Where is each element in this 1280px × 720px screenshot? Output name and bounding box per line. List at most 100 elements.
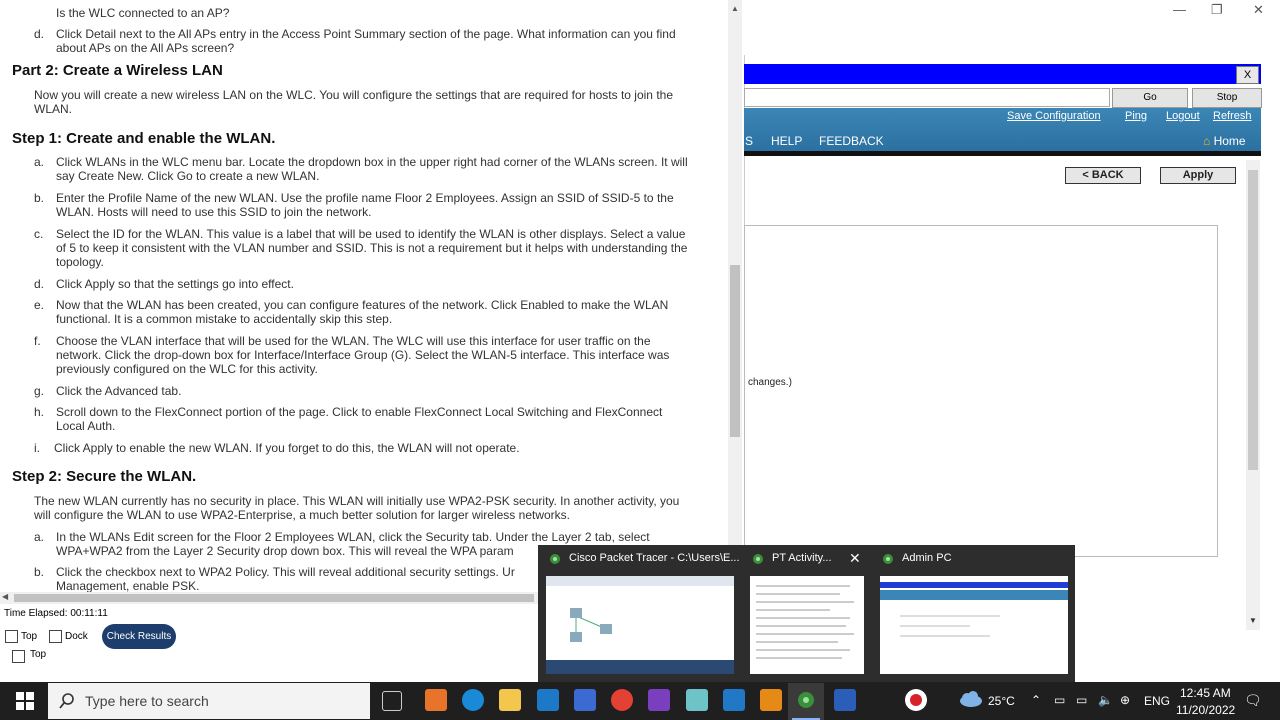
item-letter: e.: [34, 298, 45, 312]
back-button[interactable]: < BACK: [1065, 167, 1141, 184]
weather-temperature[interactable]: 25°C: [988, 694, 1015, 708]
stop-button[interactable]: Stop: [1192, 88, 1262, 108]
search-icon: [59, 693, 74, 709]
ping-link[interactable]: Ping: [1125, 110, 1147, 122]
language-indicator[interactable]: ENG: [1144, 694, 1170, 708]
item-letter: b.: [34, 191, 45, 205]
step1-item-f: Choose the VLAN interface that will be u…: [56, 334, 651, 348]
apply-button[interactable]: Apply: [1160, 167, 1236, 184]
item-letter: h.: [34, 405, 45, 419]
step2-item-a: WPA+WPA2 from the Layer 2 Security drop …: [56, 544, 514, 558]
clock-time[interactable]: 12:45 AM: [1180, 686, 1231, 700]
taskbar-search[interactable]: Type here to search: [48, 683, 370, 719]
mail-icon[interactable]: [537, 689, 559, 711]
logout-link[interactable]: Logout: [1166, 110, 1200, 122]
tray-chevron-icon[interactable]: ⌃: [1031, 693, 1041, 707]
app-icon-orange[interactable]: [425, 689, 447, 711]
clock-date[interactable]: 11/20/2022: [1176, 703, 1235, 717]
scroll-down-arrow-icon[interactable]: ▼: [1249, 616, 1257, 625]
record-icon[interactable]: [905, 689, 927, 711]
url-input[interactable]: [744, 88, 1110, 107]
document-horizontal-scrollbar[interactable]: ◀: [0, 592, 540, 604]
admin-pc-icon: [883, 554, 893, 564]
step1-item-d: Click Apply so that the settings go into…: [56, 277, 294, 291]
top-checkbox-2[interactable]: [12, 650, 25, 663]
changes-note: changes.): [748, 377, 792, 388]
task-view-icon[interactable]: [382, 691, 402, 711]
top-label: Top: [21, 631, 38, 642]
packet-tracer-taskbar-button[interactable]: [788, 683, 824, 720]
refresh-link[interactable]: Refresh: [1213, 110, 1252, 122]
volume-icon[interactable]: 🔈: [1098, 693, 1113, 707]
part2-heading: Part 2: Create a Wireless LAN: [12, 62, 223, 79]
thumbnail-title[interactable]: Cisco Packet Tracer - C:\Users\E...: [569, 552, 740, 564]
close-thumbnail-icon[interactable]: ✕: [849, 550, 861, 567]
step1-heading: Step 1: Create and enable the WLAN.: [12, 130, 276, 147]
question-d-line: Click Detail next to the All APs entry i…: [56, 27, 676, 41]
scroll-left-arrow-icon[interactable]: ◀: [2, 592, 8, 601]
chrome-icon[interactable]: [611, 689, 633, 711]
menu-item-feedback[interactable]: FEEDBACK: [819, 134, 884, 148]
go-button[interactable]: Go: [1112, 88, 1188, 108]
question-c-tail: Is the WLC connected to an AP?: [56, 6, 230, 20]
step1-item-c: of 5 to keep it consistent with the VLAN…: [56, 241, 688, 255]
item-letter: f.: [34, 334, 41, 348]
thumbnail-title[interactable]: PT Activity...: [772, 552, 832, 564]
admin-pc-preview[interactable]: [880, 576, 1068, 674]
menu-item-help[interactable]: HELP: [771, 134, 802, 148]
thumbnail-title[interactable]: Admin PC: [902, 552, 952, 564]
meet-now-icon[interactable]: ▭: [1054, 693, 1065, 707]
scroll-up-arrow-icon[interactable]: ▲: [731, 4, 739, 13]
minimize-icon[interactable]: —: [1173, 2, 1186, 17]
scrollbar-thumb[interactable]: [730, 265, 740, 437]
dock-checkbox[interactable]: [49, 630, 62, 643]
record-dot: [910, 694, 922, 706]
windows-start-icon[interactable]: [16, 692, 34, 710]
step1-item-g: Click the Advanced tab.: [56, 384, 182, 398]
maximize-icon[interactable]: ❐: [1211, 2, 1223, 18]
check-results-button[interactable]: Check Results: [102, 624, 176, 649]
browser-titlebar: [744, 64, 1261, 84]
document-vertical-scrollbar[interactable]: ▲: [728, 0, 742, 592]
word-icon[interactable]: [834, 689, 856, 711]
step2-heading: Step 2: Secure the WLAN.: [12, 468, 197, 485]
globe-icon[interactable]: ⊕: [1120, 693, 1130, 707]
top-checkbox[interactable]: [5, 630, 18, 643]
step2-item-b: Click the checkbox next to WPA2 Policy. …: [56, 565, 515, 579]
browser-close-button[interactable]: X: [1236, 66, 1259, 84]
pt-activity-icon: [753, 554, 763, 564]
save-configuration-link[interactable]: Save Configuration: [1007, 110, 1101, 122]
packet-tracer-icon: [798, 692, 814, 708]
home-label: Home: [1213, 134, 1246, 148]
nav-divider: [744, 151, 1261, 156]
pt-activity-preview[interactable]: [750, 576, 864, 674]
instructions-document: Is the WLC connected to an AP? d. Click …: [0, 0, 728, 592]
browser-vertical-scrollbar[interactable]: ▼: [1246, 160, 1260, 630]
edge-icon[interactable]: [462, 689, 484, 711]
step2-intro: The new WLAN currently has no security i…: [34, 494, 680, 508]
sublime-icon[interactable]: [760, 689, 782, 711]
file-explorer-icon[interactable]: [499, 689, 521, 711]
search-placeholder: Type here to search: [85, 693, 209, 709]
step1-item-a: Click WLANs in the WLC menu bar. Locate …: [56, 155, 688, 169]
scrollbar-thumb[interactable]: [14, 594, 534, 602]
item-letter: d.: [34, 27, 45, 41]
app-icon-teal[interactable]: [686, 689, 708, 711]
step1-item-a: say Create New. Click Go to create a new…: [56, 169, 320, 183]
notifications-icon[interactable]: 🗨: [1244, 692, 1262, 709]
step1-item-h: Scroll down to the FlexConnect portion o…: [56, 405, 663, 419]
scrollbar-thumb[interactable]: [1248, 170, 1258, 470]
weather-cloud-icon[interactable]: [957, 690, 983, 708]
home-link[interactable]: ⌂ Home: [1203, 134, 1246, 148]
store-icon[interactable]: [574, 689, 596, 711]
vscode-icon[interactable]: [723, 689, 745, 711]
step1-item-c: topology.: [56, 255, 104, 269]
packet-tracer-preview[interactable]: [546, 576, 734, 674]
item-letter: d.: [34, 277, 45, 291]
menu-item-partial[interactable]: S: [745, 134, 753, 148]
network-icon[interactable]: ▭: [1076, 693, 1087, 707]
close-window-icon[interactable]: ✕: [1253, 2, 1264, 18]
item-letter: a.: [34, 155, 45, 169]
time-elapsed: Time Elapsed: 00:11:11: [4, 608, 108, 619]
visual-studio-icon[interactable]: [648, 689, 670, 711]
